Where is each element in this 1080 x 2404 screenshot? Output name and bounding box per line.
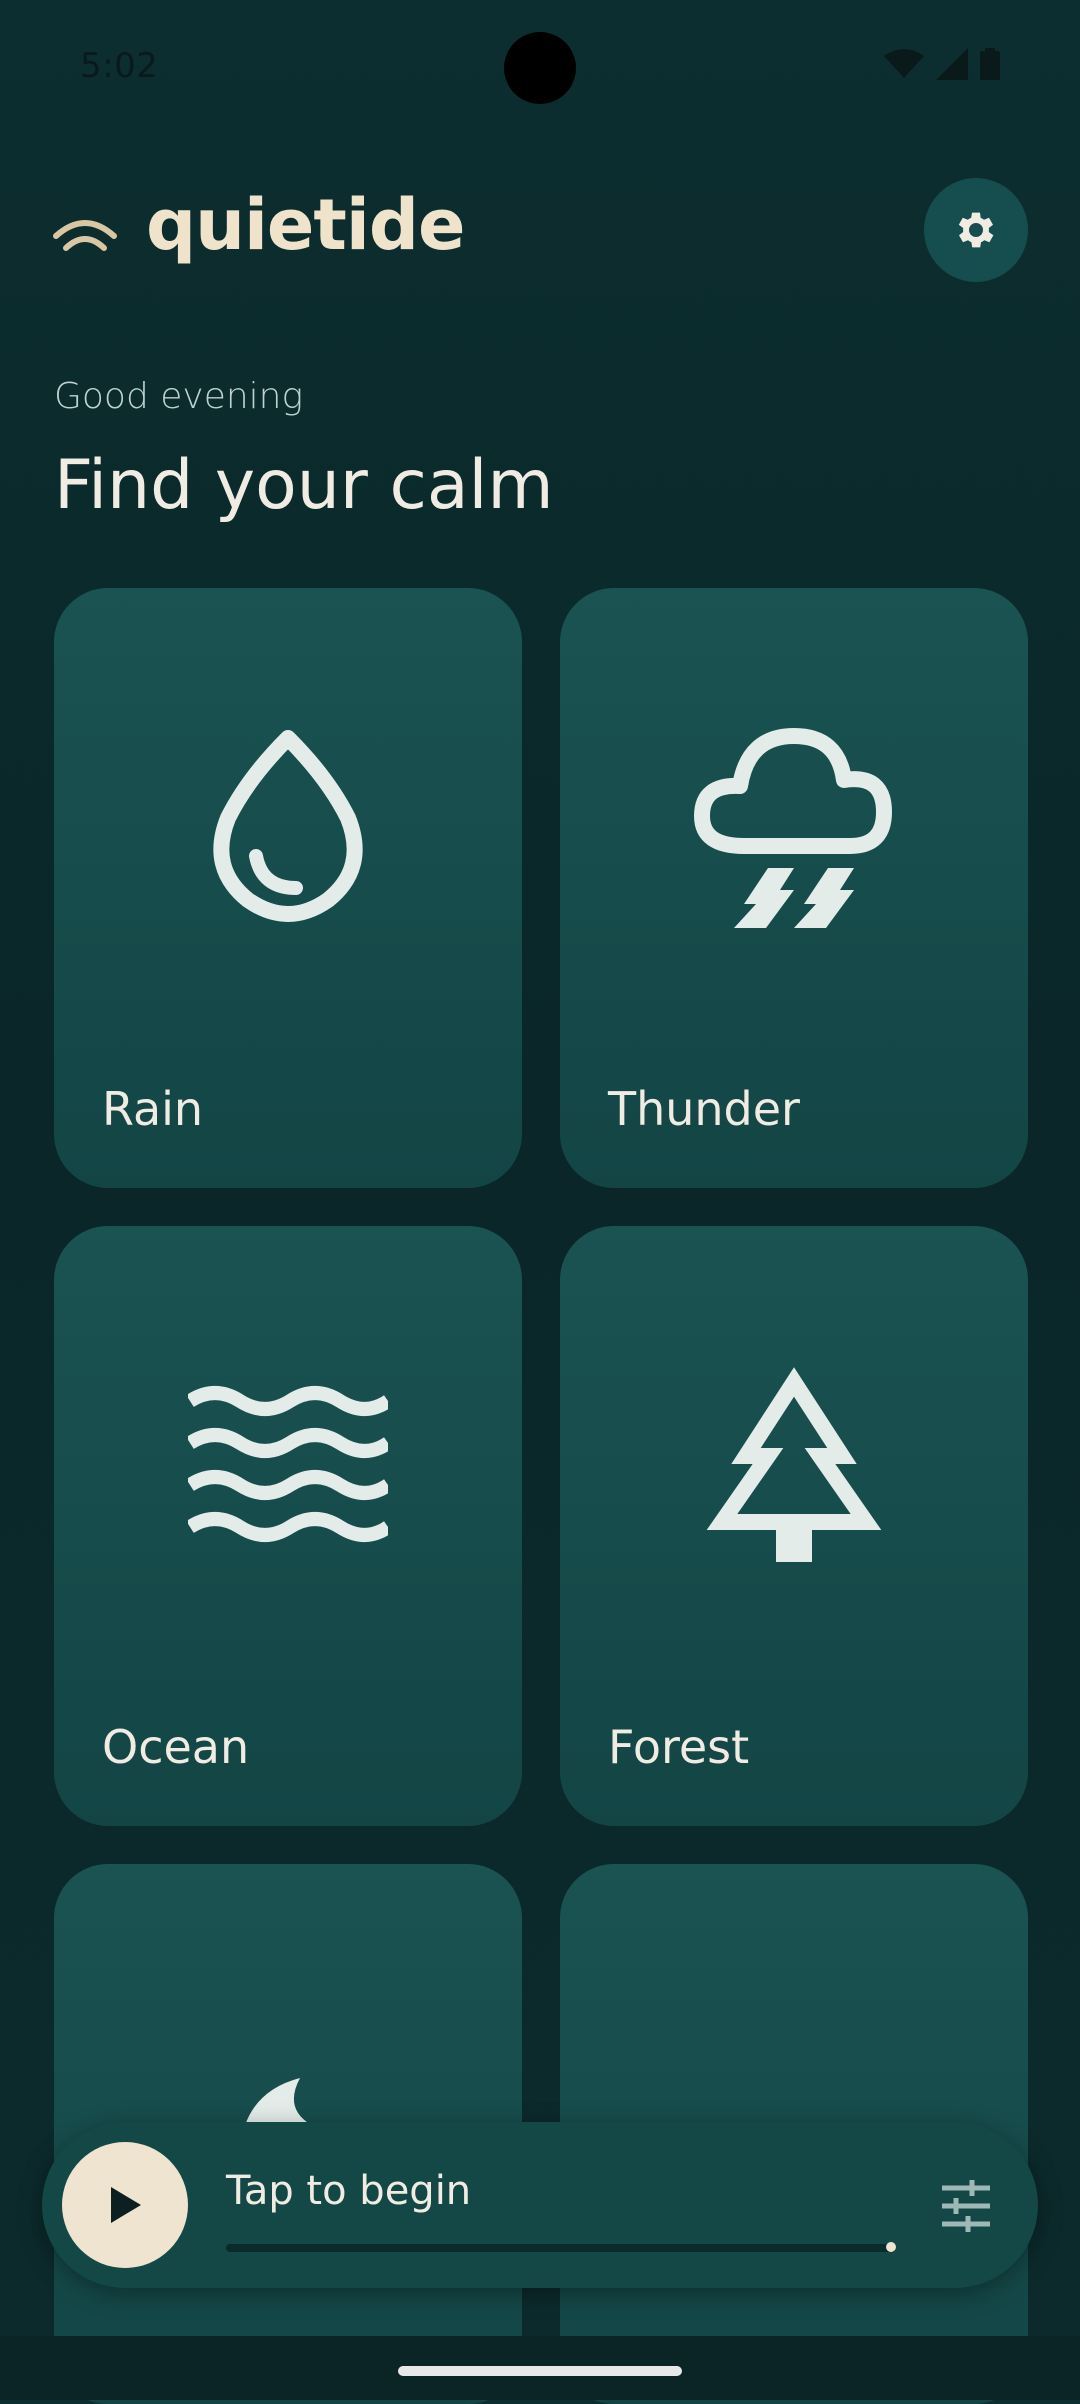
- sound-tile-thunder[interactable]: Thunder: [560, 588, 1028, 1188]
- player-bar: Tap to begin: [42, 2122, 1038, 2288]
- tile-label: Forest: [608, 1720, 750, 1774]
- sliders-icon[interactable]: [938, 2178, 994, 2234]
- status-time: 5:02: [80, 46, 159, 86]
- greeting-text: Good evening: [54, 376, 304, 417]
- tile-label: Ocean: [102, 1720, 250, 1774]
- progress-thumb[interactable]: [886, 2242, 896, 2252]
- tree-icon: [706, 1367, 882, 1562]
- settings-button[interactable]: [924, 178, 1028, 282]
- status-icons: [884, 48, 1000, 80]
- tile-label: Rain: [102, 1082, 204, 1136]
- logo-arc-icon: [53, 220, 117, 251]
- player-status-text: Tap to begin: [226, 2168, 472, 2214]
- sound-tile-forest[interactable]: Forest: [560, 1226, 1028, 1826]
- thunderstorm-icon: [694, 728, 892, 928]
- camera-cutout: [504, 32, 576, 104]
- tile-label: Thunder: [608, 1082, 800, 1136]
- wifi-icon: [884, 49, 924, 78]
- gear-icon: [958, 212, 994, 248]
- sound-tile-ocean[interactable]: Ocean: [54, 1226, 522, 1826]
- waves-icon: [188, 1386, 388, 1542]
- play-button[interactable]: [62, 2142, 188, 2268]
- app-title: quietide: [146, 184, 465, 266]
- sound-tile-rain[interactable]: Rain: [54, 588, 522, 1188]
- page-heading: Find your calm: [54, 446, 554, 525]
- water-drop-icon: [213, 730, 363, 922]
- signal-icon: [936, 48, 968, 80]
- home-indicator[interactable]: [398, 2366, 682, 2376]
- progress-bar[interactable]: [226, 2242, 896, 2252]
- battery-icon: [980, 48, 1000, 80]
- play-icon: [111, 2187, 141, 2223]
